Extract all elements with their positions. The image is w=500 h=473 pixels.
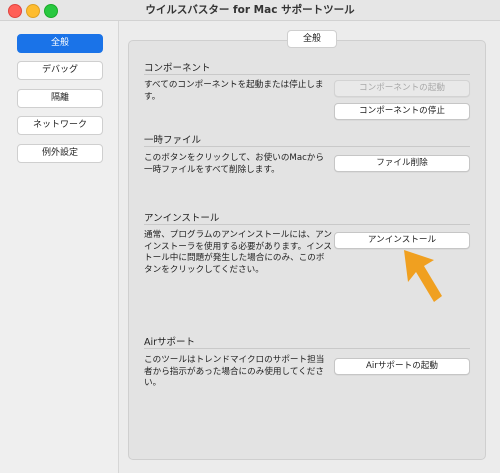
section-divider: [144, 146, 470, 147]
section-description-temp-files: このボタンをクリックして、お使いのMacから一時ファイルをすべて削除します。: [144, 153, 324, 175]
section-description-components: すべてのコンポーネントを起動または停止します。: [144, 80, 324, 102]
section-title-uninstall: アンインストール: [144, 213, 220, 224]
sidebar-item-exceptions[interactable]: 例外設定: [17, 144, 103, 163]
sidebar-item-network[interactable]: ネットワーク: [17, 116, 103, 135]
window-title: ウイルスバスター for Mac サポートツール: [145, 4, 355, 16]
section-title-components: コンポーネント: [144, 63, 211, 74]
section-divider: [144, 74, 470, 75]
section-divider: [144, 348, 470, 349]
start-components-button[interactable]: コンポーネントの起動: [334, 80, 470, 97]
title-bar: ウイルスバスター for Mac サポートツール: [0, 0, 500, 21]
section-divider: [144, 224, 470, 225]
sidebar-item-debug[interactable]: デバッグ: [17, 61, 103, 80]
start-air-support-button[interactable]: Airサポートの起動: [334, 358, 470, 375]
section-title-air-support: Airサポート: [144, 337, 196, 348]
delete-files-button[interactable]: ファイル削除: [334, 155, 470, 172]
section-description-uninstall: 通常、プログラムのアンインストールには、アンインストーラを使用する必要があります…: [144, 230, 332, 275]
arrow-pointer-icon: [404, 250, 442, 302]
uninstall-button[interactable]: アンインストール: [334, 232, 470, 249]
sidebar-item-general[interactable]: 全般: [17, 34, 103, 53]
stop-components-button[interactable]: コンポーネントの停止: [334, 103, 470, 120]
section-description-air-support: このツールはトレンドマイクロのサポート担当者から指示があった場合にのみ使用してく…: [144, 355, 325, 388]
section-title-temp-files: 一時ファイル: [144, 135, 202, 146]
sidebar-item-quarantine[interactable]: 隔離: [17, 89, 103, 108]
tab-general[interactable]: 全般: [287, 30, 337, 48]
